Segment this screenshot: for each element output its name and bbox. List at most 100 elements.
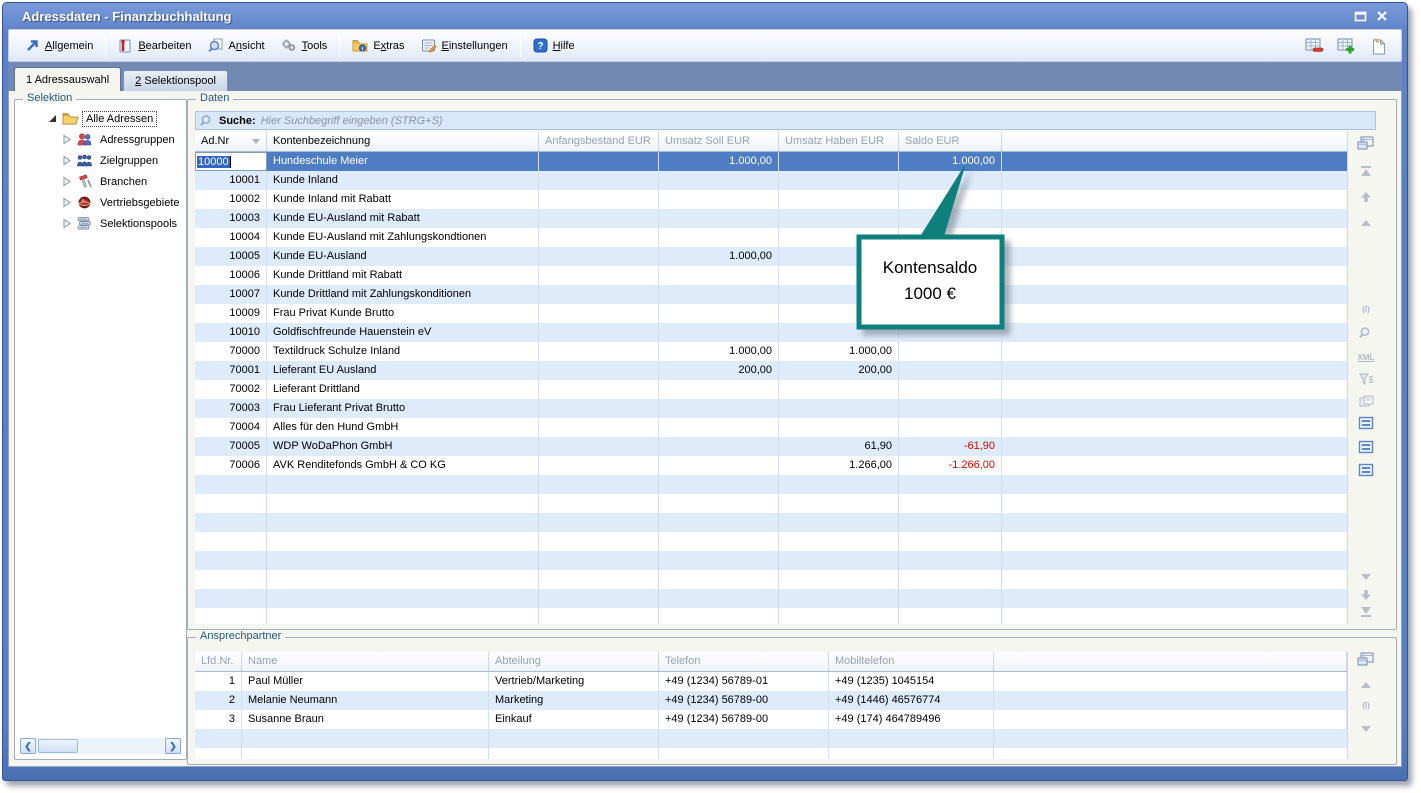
tab-adressauswahl[interactable]: 1 Adressauswahl [14,67,121,91]
row-down-icon[interactable] [1356,568,1376,586]
tree-collapsed-icon[interactable] [61,176,72,187]
search-input[interactable] [261,115,1371,127]
tab-selektionspool[interactable]: 2 Selektionspool [123,70,228,91]
column-header-adnr[interactable]: Ad.Nr [195,132,267,151]
table-row[interactable]: 10007 Kunde Drittland mit Zahlungskondit… [195,285,1347,304]
card-view-icon[interactable] [1356,414,1376,432]
table-row[interactable]: 10001 Kunde Inland [195,171,1347,190]
tree-item-zielgruppen[interactable]: Zielgruppen [19,150,182,171]
tree-collapsed-icon[interactable] [61,197,72,208]
table-row[interactable]: 10005 Kunde EU-Ausland 1.000,00 [195,247,1347,266]
toolbar-right-icons [1303,36,1393,56]
zoom-search-icon[interactable] [1356,324,1376,342]
close-window-icon[interactable] [1371,7,1393,25]
database-stack-icon [76,216,93,231]
cell-saldo [899,418,1002,437]
column-chooser-icon[interactable] [1356,650,1376,668]
cell-adnr: 10004 [195,228,267,247]
page-down-icon[interactable] [1356,586,1376,604]
content-area: Selektion Alle Adressen Adressgruppen Zi… [8,91,1402,767]
table-row[interactable]: 10002 Kunde Inland mit Rabatt [195,190,1347,209]
menu-tools[interactable]: Tools [273,35,336,56]
tree-item-vertriebsgebiete[interactable]: Vertriebsgebiete [19,192,182,213]
scroll-right-icon[interactable]: ❯ [165,738,181,754]
list-item[interactable]: 1 Paul Müller Vertrieb/Marketing +49 (12… [195,672,1347,691]
tree-expanded-icon[interactable] [47,113,58,124]
tree-item-adressgruppen[interactable]: Adressgruppen [19,129,182,150]
table-row[interactable]: 70004 Alles für den Hund GmbH [195,418,1347,437]
table-row[interactable]: 70002 Lieferant Drittland [195,380,1347,399]
table-row[interactable]: 70006 AVK Renditefonds GmbH & CO KG 1.26… [195,456,1347,475]
cell-adnr: 70002 [195,380,267,399]
scroll-to-bottom-icon[interactable] [1356,603,1376,621]
table-row[interactable]: 70001 Lieferant EU Ausland 200,00 200,00 [195,361,1347,380]
table-remove-icon[interactable] [1303,36,1325,56]
cell-adnr: 70003 [195,399,267,418]
cell-adnr: 10003 [195,209,267,228]
tree-collapsed-icon[interactable] [61,134,72,145]
cell-umsatz-haben [779,418,899,437]
row-up-icon[interactable] [1356,214,1376,232]
scrollbar-thumb[interactable] [38,739,78,753]
settings-page-icon [421,38,437,53]
copy-view-icon[interactable] [1356,392,1376,410]
restore-window-icon[interactable] [1349,7,1371,25]
menu-einstellungen[interactable]: Einstellungen [413,35,516,56]
table-row[interactable]: 70003 Frau Lieferant Privat Brutto [195,399,1347,418]
cell-mobiltelefon: +49 (174) 464789496 [829,710,994,729]
table-row[interactable]: 10010 Goldfischfreunde Hauenstein eV [195,323,1347,342]
row-down-icon[interactable] [1356,720,1376,738]
table-row[interactable]: 70005 WDP WoDaPhon GmbH 61,90 -61,90 [195,437,1347,456]
tree-item-branchen[interactable]: Branchen [19,171,182,192]
new-document-icon[interactable] [1367,36,1389,56]
table-row[interactable]: 10003 Kunde EU-Ausland mit Rabatt [195,209,1347,228]
list-item[interactable]: 3 Susanne Braun Einkauf +49 (1234) 56789… [195,710,1347,729]
menu-bearbeiten[interactable]: Bearbeiten [110,35,199,56]
table-row[interactable]: 10009 Frau Privat Kunde Brutto [195,304,1347,323]
table-add-icon[interactable] [1335,36,1357,56]
menu-ansicht[interactable]: Ansicht [200,35,273,56]
tree-item-selektionspools[interactable]: Selektionspools [19,213,182,234]
table-row[interactable]: 10006 Kunde Drittland mit Rabatt [195,266,1347,285]
table-row[interactable]: 10004 Kunde EU-Ausland mit Zahlungskondt… [195,228,1347,247]
app-window: Adressdaten - Finanzbuchhaltung Allgemei… [2,2,1408,781]
column-header-telefon[interactable]: Telefon [659,652,829,671]
tree-collapsed-icon[interactable] [61,218,72,229]
column-header-lfdnr[interactable]: Lfd.Nr. [195,652,242,671]
column-header-name[interactable]: Name [242,652,489,671]
filter-icon[interactable] [1356,370,1376,388]
column-header-kontenbezeichnung[interactable]: Kontenbezeichnung [267,132,539,151]
expression-icon[interactable]: (I) [1356,696,1376,714]
cell-kontenbezeichnung: Kunde Inland mit Rabatt [267,190,539,209]
cell-saldo [899,380,1002,399]
tree-horizontal-scrollbar[interactable]: ❮ ❯ [20,738,181,754]
column-header-mobiltelefon[interactable]: Mobiltelefon [829,652,994,671]
table-row[interactable]: 70000 Textildruck Schulze Inland 1.000,0… [195,342,1347,361]
menu-allgemein[interactable]: Allgemein [17,35,101,56]
column-header-umsatz-soll[interactable]: Umsatz Soll EUR [659,132,779,151]
row-up-icon[interactable] [1356,676,1376,694]
cell-anfangsbestand [539,247,659,266]
page-up-icon[interactable] [1356,188,1376,206]
column-header-anfangsbestand[interactable]: Anfangsbestand EUR [539,132,659,151]
menu-extras[interactable]: i Extras [344,35,412,56]
table-row[interactable]: 10000 Hundeschule Meier 1.000,00 1.000,0… [195,152,1347,171]
cell-anfangsbestand [539,152,659,171]
scroll-to-top-icon[interactable] [1356,162,1376,180]
expression-icon[interactable]: (I) [1356,300,1376,318]
column-header-saldo[interactable]: Saldo EUR [899,132,1002,151]
list-item[interactable]: 2 Melanie Neumann Marketing +49 (1234) 5… [195,691,1347,710]
xml-export-icon[interactable]: XML [1356,348,1376,366]
tree-item-alle-adressen[interactable]: Alle Adressen [19,108,182,129]
menu-hilfe[interactable]: ? Hilfe [525,35,583,56]
card-view-icon[interactable] [1356,438,1376,456]
cell-umsatz-soll [659,399,779,418]
cell-anfangsbestand [539,399,659,418]
tree-collapsed-icon[interactable] [61,155,72,166]
cell-kontenbezeichnung: Kunde EU-Ausland [267,247,539,266]
column-header-umsatz-haben[interactable]: Umsatz Haben EUR [779,132,899,151]
card-view-icon[interactable] [1356,461,1376,479]
scroll-left-icon[interactable]: ❮ [20,738,36,754]
column-header-abteilung[interactable]: Abteilung [489,652,659,671]
column-chooser-icon[interactable] [1356,134,1376,152]
